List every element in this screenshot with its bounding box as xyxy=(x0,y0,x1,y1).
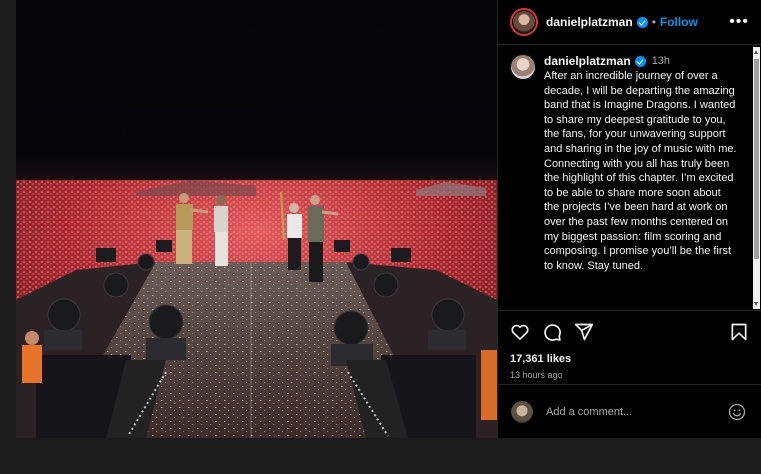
bookmark-icon[interactable] xyxy=(729,322,749,342)
post-modal: danielplatzman • Follow ••• danielplatzm… xyxy=(16,0,761,438)
caption-scrollbar[interactable] xyxy=(753,47,760,309)
page-background xyxy=(0,438,761,474)
caption-header: danielplatzman 13h xyxy=(544,54,738,68)
scrollbar-thumb[interactable] xyxy=(754,59,759,259)
comment-bar xyxy=(498,384,761,438)
scroll-up-arrow-icon[interactable] xyxy=(754,50,758,54)
post-side-panel: danielplatzman • Follow ••• danielplatzm… xyxy=(497,0,761,438)
post-timestamp[interactable]: 13 hours ago xyxy=(510,370,749,380)
caption-body: danielplatzman 13h After an incredible j… xyxy=(544,54,738,273)
follow-button[interactable]: Follow xyxy=(660,15,698,29)
likes-count[interactable]: 17,361 likes xyxy=(510,353,749,365)
comment-input[interactable] xyxy=(546,405,727,418)
post-actions: 17,361 likes 13 hours ago xyxy=(498,310,761,382)
caption-scroll-area[interactable]: danielplatzman 13h After an incredible j… xyxy=(498,45,761,310)
action-icons xyxy=(510,321,749,343)
share-icon[interactable] xyxy=(574,322,594,342)
caption-time[interactable]: 13h xyxy=(652,55,670,67)
post-photo[interactable] xyxy=(16,0,497,438)
concert-photo-illustration xyxy=(16,180,497,438)
comment-icon[interactable] xyxy=(542,322,562,342)
heart-icon[interactable] xyxy=(510,322,530,342)
caption-author-username[interactable]: danielplatzman xyxy=(544,54,631,68)
caption-verified-badge-icon xyxy=(634,55,646,67)
post-header: danielplatzman • Follow ••• xyxy=(498,0,761,45)
verified-badge-icon xyxy=(636,16,648,28)
caption-text: After an incredible journey of over a de… xyxy=(544,70,737,272)
emoji-icon[interactable] xyxy=(727,402,747,422)
viewer-avatar xyxy=(510,399,534,424)
author-avatar[interactable] xyxy=(510,8,538,36)
author-username[interactable]: danielplatzman xyxy=(546,15,633,29)
header-separator: • xyxy=(651,15,656,29)
caption-row: danielplatzman 13h After an incredible j… xyxy=(510,54,747,273)
scroll-down-arrow-icon[interactable] xyxy=(754,302,758,306)
caption-author-avatar[interactable] xyxy=(510,54,536,80)
more-options-icon[interactable]: ••• xyxy=(729,13,749,31)
